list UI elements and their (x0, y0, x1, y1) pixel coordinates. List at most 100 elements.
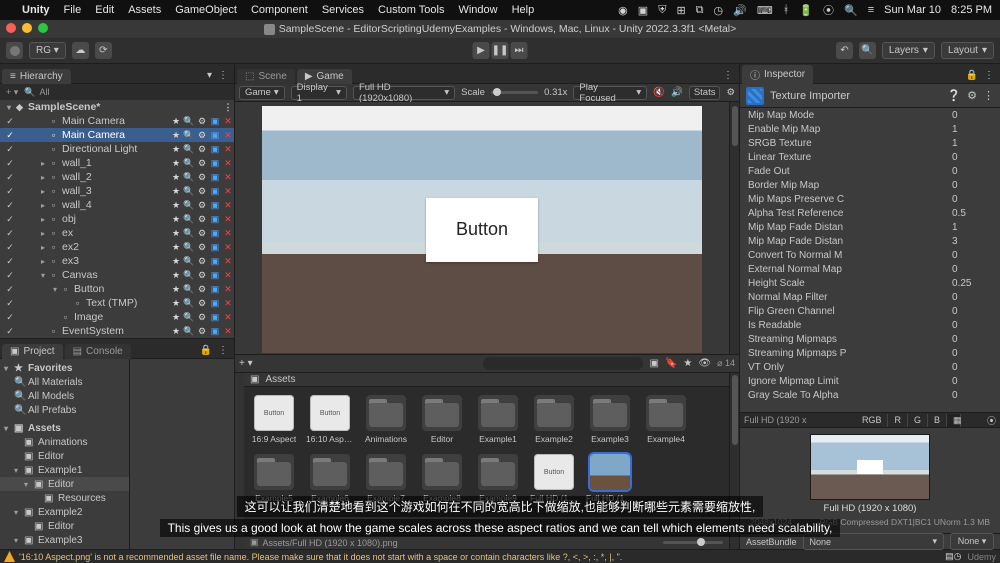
layers-dropdown[interactable]: Layers ▾ (882, 42, 935, 59)
tab-scene[interactable]: ⬚Scene (237, 69, 295, 84)
foldout-toggle[interactable]: ▸ (38, 215, 48, 224)
menu-app-name[interactable]: Unity (22, 4, 50, 16)
cube-icon[interactable]: ▣ (209, 199, 221, 211)
inspector-property-row[interactable]: Convert To Normal M0 (740, 248, 1000, 262)
project-tree-item[interactable]: ▣Editor (0, 519, 129, 533)
foldout-toggle[interactable]: ▾ (38, 271, 48, 280)
display-dropdown[interactable]: Display 1 ▾ (291, 86, 347, 100)
star-icon[interactable]: ★ (170, 185, 182, 197)
cube-icon[interactable]: ▣ (209, 311, 221, 323)
search-icon[interactable]: 🔍 (183, 269, 195, 281)
gear-icon[interactable]: ⚙ (196, 255, 208, 267)
status-message[interactable]: '16:10 Aspect.png' is not a recommended … (19, 552, 622, 562)
asset-item[interactable]: Example3 (586, 395, 634, 444)
foldout-toggle[interactable]: ▾ (14, 466, 24, 475)
audio-icon[interactable]: 🔊 (671, 87, 683, 98)
inspector-property-row[interactable]: VT Only0 (740, 360, 1000, 374)
inspector-preset-icon[interactable]: ⚙ (967, 89, 977, 102)
property-value[interactable]: 0 (952, 306, 992, 317)
gear-icon[interactable]: ⚙ (196, 171, 208, 183)
asset-thumbnail[interactable] (254, 454, 294, 490)
asset-item[interactable]: Button16:10 Aspe... (306, 395, 354, 444)
property-value[interactable]: 0 (952, 348, 992, 359)
keyboard-icon[interactable]: ⌨ (757, 4, 773, 17)
x-icon[interactable]: ✕ (222, 241, 234, 253)
foldout-toggle[interactable]: ▾ (50, 285, 60, 294)
scene-menu-button[interactable]: ⋮ (222, 101, 234, 113)
gear-icon[interactable]: ⚙ (196, 241, 208, 253)
inspector-property-row[interactable]: Flip Green Channel0 (740, 304, 1000, 318)
property-value[interactable]: 1 (952, 138, 992, 149)
inspector-property-row[interactable]: Mip Map Fade Distan3 (740, 234, 1000, 248)
star-icon[interactable]: ★ (170, 213, 182, 225)
filter-by-type-icon[interactable]: ▣ (649, 358, 658, 369)
undo-history-button[interactable]: ↶ (836, 42, 853, 59)
cube-icon[interactable]: ▣ (209, 325, 221, 337)
hierarchy-item[interactable]: ✓▾▫Button★🔍⚙▣✕ (0, 282, 234, 296)
inspector-menu-button[interactable]: ⋮ (984, 70, 994, 81)
inspector-property-row[interactable]: Mip Map Mode0 (740, 108, 1000, 122)
gear-icon[interactable]: ⚙ (196, 325, 208, 337)
shield-icon[interactable]: ⛨ (658, 4, 666, 17)
scene-root[interactable]: ▾ ◆ SampleScene* ⋮ (0, 100, 234, 114)
property-value[interactable]: 0 (952, 362, 992, 373)
channel-b[interactable]: B (928, 414, 947, 427)
inspector-help-icon[interactable]: ❔ (947, 89, 961, 102)
gear-icon[interactable]: ⚙ (196, 185, 208, 197)
gear-icon[interactable]: ⚙ (196, 199, 208, 211)
asset-thumbnail[interactable] (478, 395, 518, 431)
x-icon[interactable]: ✕ (222, 255, 234, 267)
control-center-icon[interactable]: ≡ (868, 4, 874, 16)
game-scrollbar[interactable] (729, 102, 739, 354)
search-icon[interactable]: 🔍 (183, 143, 195, 155)
search-icon[interactable]: 🔍 (183, 157, 195, 169)
search-icon[interactable]: 🔍 (183, 171, 195, 183)
channel-r[interactable]: R (888, 414, 908, 427)
hierarchy-item[interactable]: ✓▫Text (TMP)★🔍⚙▣✕ (0, 296, 234, 310)
star-icon[interactable]: ★ (170, 269, 182, 281)
hierarchy-item[interactable]: ✓▸▫wall_4★🔍⚙▣✕ (0, 198, 234, 212)
visibility-toggle[interactable]: ✓ (4, 242, 16, 253)
inspector-property-row[interactable]: Alpha Test Reference0.5 (740, 206, 1000, 220)
search-icon[interactable]: 🔍 (183, 115, 195, 127)
star-icon[interactable]: ★ (170, 297, 182, 309)
inspector-property-row[interactable]: Streaming Mipmaps P0 (740, 346, 1000, 360)
inspector-property-row[interactable]: SRGB Texture1 (740, 136, 1000, 150)
asset-thumbnail[interactable]: Button (534, 454, 574, 490)
property-value[interactable]: 0 (952, 334, 992, 345)
asset-item[interactable]: Full HD (192... (586, 454, 634, 503)
tab-inspector[interactable]: ⓘInspector (742, 65, 813, 84)
game-menu-button[interactable]: ⋮ (723, 70, 733, 81)
foldout-toggle[interactable]: ▾ (14, 536, 24, 545)
menu-window[interactable]: Window (458, 4, 497, 16)
cube-icon[interactable]: ▣ (209, 241, 221, 253)
hierarchy-search-input[interactable]: All (40, 87, 50, 97)
property-value[interactable]: 0 (952, 292, 992, 303)
status-console-icon[interactable]: ▤ (945, 551, 954, 562)
preview-image[interactable] (810, 434, 930, 500)
hierarchy-item[interactable]: ✓▸▫wall_2★🔍⚙▣✕ (0, 170, 234, 184)
close-window-button[interactable] (6, 23, 16, 33)
star-icon[interactable]: ★ (170, 311, 182, 323)
inspector-property-row[interactable]: Linear Texture0 (740, 150, 1000, 164)
property-value[interactable]: 0 (952, 250, 992, 261)
visibility-toggle[interactable]: ✓ (4, 228, 16, 239)
x-icon[interactable]: ✕ (222, 283, 234, 295)
battery-icon[interactable]: 🔋 (799, 4, 813, 17)
hierarchy-item[interactable]: ✓▫Main Camera★🔍⚙▣✕ (0, 128, 234, 142)
project-add-button[interactable]: + ▾ (239, 358, 253, 369)
search-icon[interactable]: 🔍 (183, 213, 195, 225)
foldout-toggle[interactable]: ▸ (38, 229, 48, 238)
asset-thumbnail[interactable] (366, 454, 406, 490)
search-icon[interactable]: 🔍 (183, 199, 195, 211)
project-tree-item[interactable]: ▾▣Example1 (0, 463, 129, 477)
visibility-toggle[interactable]: ✓ (4, 172, 16, 183)
gear-icon[interactable]: ⚙ (196, 283, 208, 295)
inspector-property-row[interactable]: Is Readable0 (740, 318, 1000, 332)
menubar-date[interactable]: Sun Mar 10 (884, 4, 941, 16)
foldout-toggle[interactable]: ▾ (14, 508, 24, 517)
menubar-time[interactable]: 8:25 PM (951, 4, 992, 16)
x-icon[interactable]: ✕ (222, 199, 234, 211)
asset-item[interactable]: Editor (418, 395, 466, 444)
visibility-toggle[interactable]: ✓ (4, 214, 16, 225)
